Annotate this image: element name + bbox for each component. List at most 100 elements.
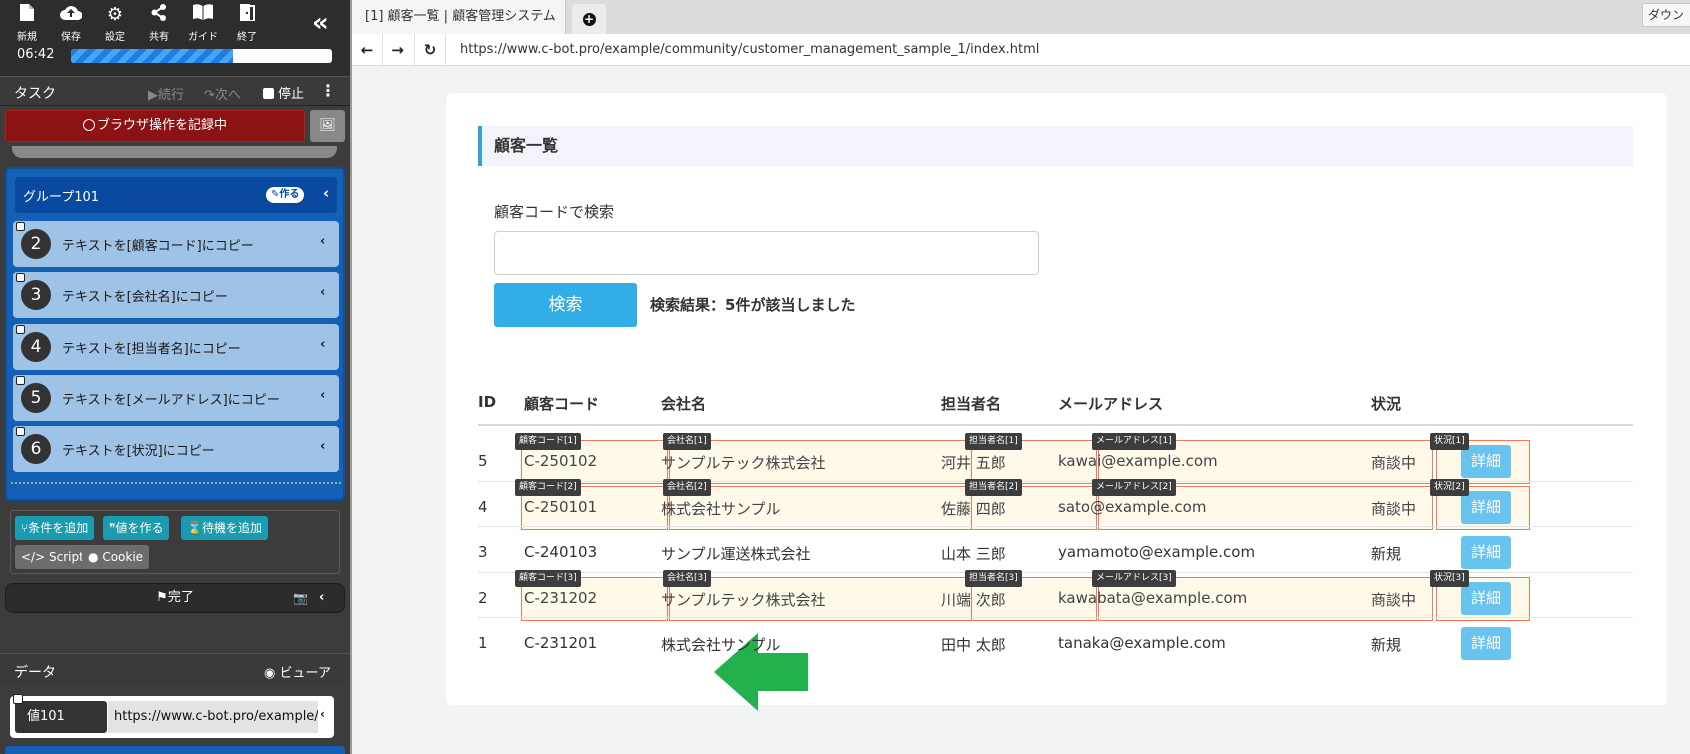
search-button[interactable]: 検索 (494, 283, 637, 327)
detail-button[interactable]: 詳細 (1461, 536, 1511, 569)
step-item[interactable]: 5 テキストを[メールアドレス]にコピー ‹ (13, 375, 339, 421)
group-title: グループ101 (23, 190, 100, 205)
detail-button[interactable]: 詳細 (1461, 445, 1511, 478)
header-divider (478, 424, 1633, 426)
column-header-status: 状況 (1371, 395, 1402, 413)
guide-button[interactable]: ガイド (181, 4, 225, 43)
capture-tag-label: メールアドレス[1] (1092, 433, 1176, 450)
cell-code: C-240103 (524, 543, 598, 561)
action-buttons-panel: ⑂条件を追加 ❞値を作る ⌛待機を追加 </> Script ● Cookie (10, 510, 340, 574)
step-number: 5 (21, 383, 51, 413)
search-result-text: 検索結果：5件が該当しました (650, 296, 856, 314)
recording-indicator-button[interactable]: ブラウザ操作を記録中 (5, 110, 305, 142)
capture-tag-label: メールアドレス[3] (1092, 570, 1176, 587)
viewer-button[interactable]: ◉ ビューア (264, 662, 331, 681)
copy-icon (16, 222, 25, 231)
column-header-email: メールアドレス (1058, 395, 1164, 413)
cell-email: sato@example.com (1058, 498, 1207, 516)
chevron-left-icon[interactable]: ‹ (320, 285, 325, 300)
column-header-id: ID (478, 393, 497, 411)
capture-tag-label: 担当者名[2] (965, 479, 1022, 496)
stop-checkbox[interactable] (263, 88, 274, 99)
make-value-label: 値を作る (115, 521, 164, 535)
data-header: データ ◉ ビューア (0, 653, 350, 685)
camera-icon[interactable]: 📷 (293, 584, 308, 612)
group-footer-divider (11, 474, 341, 484)
exit-door-icon (225, 4, 269, 26)
chevron-left-icon[interactable]: ‹ (320, 439, 325, 454)
chevron-left-icon[interactable]: ‹ (320, 337, 325, 352)
cell-id: 2 (478, 589, 488, 607)
back-arrow-icon[interactable]: ← (352, 34, 382, 66)
search-input[interactable] (494, 231, 1039, 275)
book-icon (181, 4, 225, 26)
detail-button[interactable]: 詳細 (1461, 627, 1511, 660)
step-item[interactable]: 3 テキストを[会社名]にコピー ‹ (13, 272, 339, 318)
stop-toggle[interactable]: 停止 (263, 83, 304, 102)
detail-button[interactable]: 詳細 (1461, 582, 1511, 615)
capture-tag-label: 顧客コード[1] (515, 433, 581, 450)
save-button[interactable]: 保存 (49, 4, 93, 43)
cell-company: 株式会社サンプル (661, 500, 781, 518)
value-item[interactable]: 値101 https://www.c-bot.pro/example/c ‹ (10, 694, 334, 738)
task-scroll-area[interactable] (12, 146, 337, 158)
value-text: https://www.c-bot.pro/example/c (108, 701, 318, 733)
continue-button[interactable]: ▶続行 (148, 84, 184, 103)
main-toolbar: 新規 保存 ⚙ 設定 共有 ガイド 終了 « 06:42 (0, 0, 350, 76)
cookie-button[interactable]: ● Cookie (82, 545, 150, 569)
step-item[interactable]: 6 テキストを[状況]にコピー ‹ (13, 426, 339, 472)
capture-tag-label: 状況[3] (1430, 570, 1469, 587)
row-divider (478, 617, 1633, 618)
cell-company: 株式会社サンプル (661, 636, 781, 654)
kebab-menu-icon[interactable]: ⋮ (320, 81, 336, 100)
collapse-panel-icon[interactable]: « (312, 8, 329, 38)
forward-arrow-icon[interactable]: → (382, 34, 412, 66)
next-label: 次へ (214, 88, 241, 103)
next-group-edge (5, 746, 345, 754)
cookie-icon: ● (88, 550, 99, 564)
screenshot-image-button[interactable]: 🖼 (310, 110, 345, 142)
tab-strip: [1] 顧客一覧 | 顧客管理システム + ダウン (352, 0, 1690, 34)
exit-button[interactable]: 終了 (225, 4, 269, 43)
chevron-left-icon[interactable]: ‹ (319, 584, 324, 612)
capture-tag-label: 会社名[2] (663, 479, 711, 496)
chevron-left-icon[interactable]: ‹ (320, 234, 325, 249)
cell-status: 新規 (1371, 636, 1402, 654)
chevron-left-icon[interactable]: ‹ (323, 184, 329, 202)
add-wait-button[interactable]: ⌛待機を追加 (181, 516, 268, 540)
progress-fill (71, 49, 233, 63)
viewer-label: ビューア (279, 666, 331, 681)
download-button[interactable]: ダウン (1642, 3, 1690, 27)
share-icon (137, 4, 181, 26)
step-number: 4 (21, 332, 51, 362)
make-value-button[interactable]: ❞値を作る (103, 516, 170, 540)
reload-icon[interactable]: ↻ (414, 34, 446, 66)
step-item[interactable]: 2 テキストを[顧客コード]にコピー ‹ (13, 221, 339, 267)
continue-label: 続行 (158, 88, 185, 103)
step-item[interactable]: 4 テキストを[担当者名]にコピー ‹ (13, 324, 339, 370)
new-button[interactable]: 新規 (5, 4, 49, 43)
chevron-left-icon[interactable]: ‹ (320, 388, 325, 403)
recording-label: ブラウザ操作を記録中 (96, 118, 227, 133)
code-icon: </> (21, 550, 46, 564)
address-bar[interactable]: https://www.c-bot.pro/example/community/… (460, 42, 1039, 57)
group-make-badge[interactable]: ✎作る (266, 187, 305, 203)
cell-id: 3 (478, 543, 488, 561)
add-condition-button[interactable]: ⑂条件を追加 (15, 516, 95, 540)
step-group: グループ101 ✎作る ‹ 2 テキストを[顧客コード]にコピー ‹ 3 テキス… (5, 167, 345, 501)
settings-button[interactable]: ⚙ 設定 (93, 4, 137, 43)
group-header[interactable]: グループ101 ✎作る ‹ (15, 177, 337, 213)
next-button[interactable]: ↷次へ (204, 84, 241, 103)
cell-person: 山本 三郎 (941, 545, 1006, 563)
script-button[interactable]: </> Script (15, 545, 90, 569)
new-tab-button[interactable]: + (572, 4, 606, 34)
browser-tab[interactable]: [1] 顧客一覧 | 顧客管理システム (352, 0, 566, 34)
chevron-left-icon[interactable]: ‹ (320, 707, 325, 721)
add-wait-label: 待機を追加 (201, 521, 262, 535)
share-button[interactable]: 共有 (137, 4, 181, 43)
done-bar[interactable]: ⚑完了 📷 ‹ (5, 583, 345, 613)
detail-button[interactable]: 詳細 (1461, 491, 1511, 524)
cell-email: tanaka@example.com (1058, 634, 1226, 652)
step-number: 3 (21, 280, 51, 310)
save-label: 保存 (61, 32, 81, 43)
